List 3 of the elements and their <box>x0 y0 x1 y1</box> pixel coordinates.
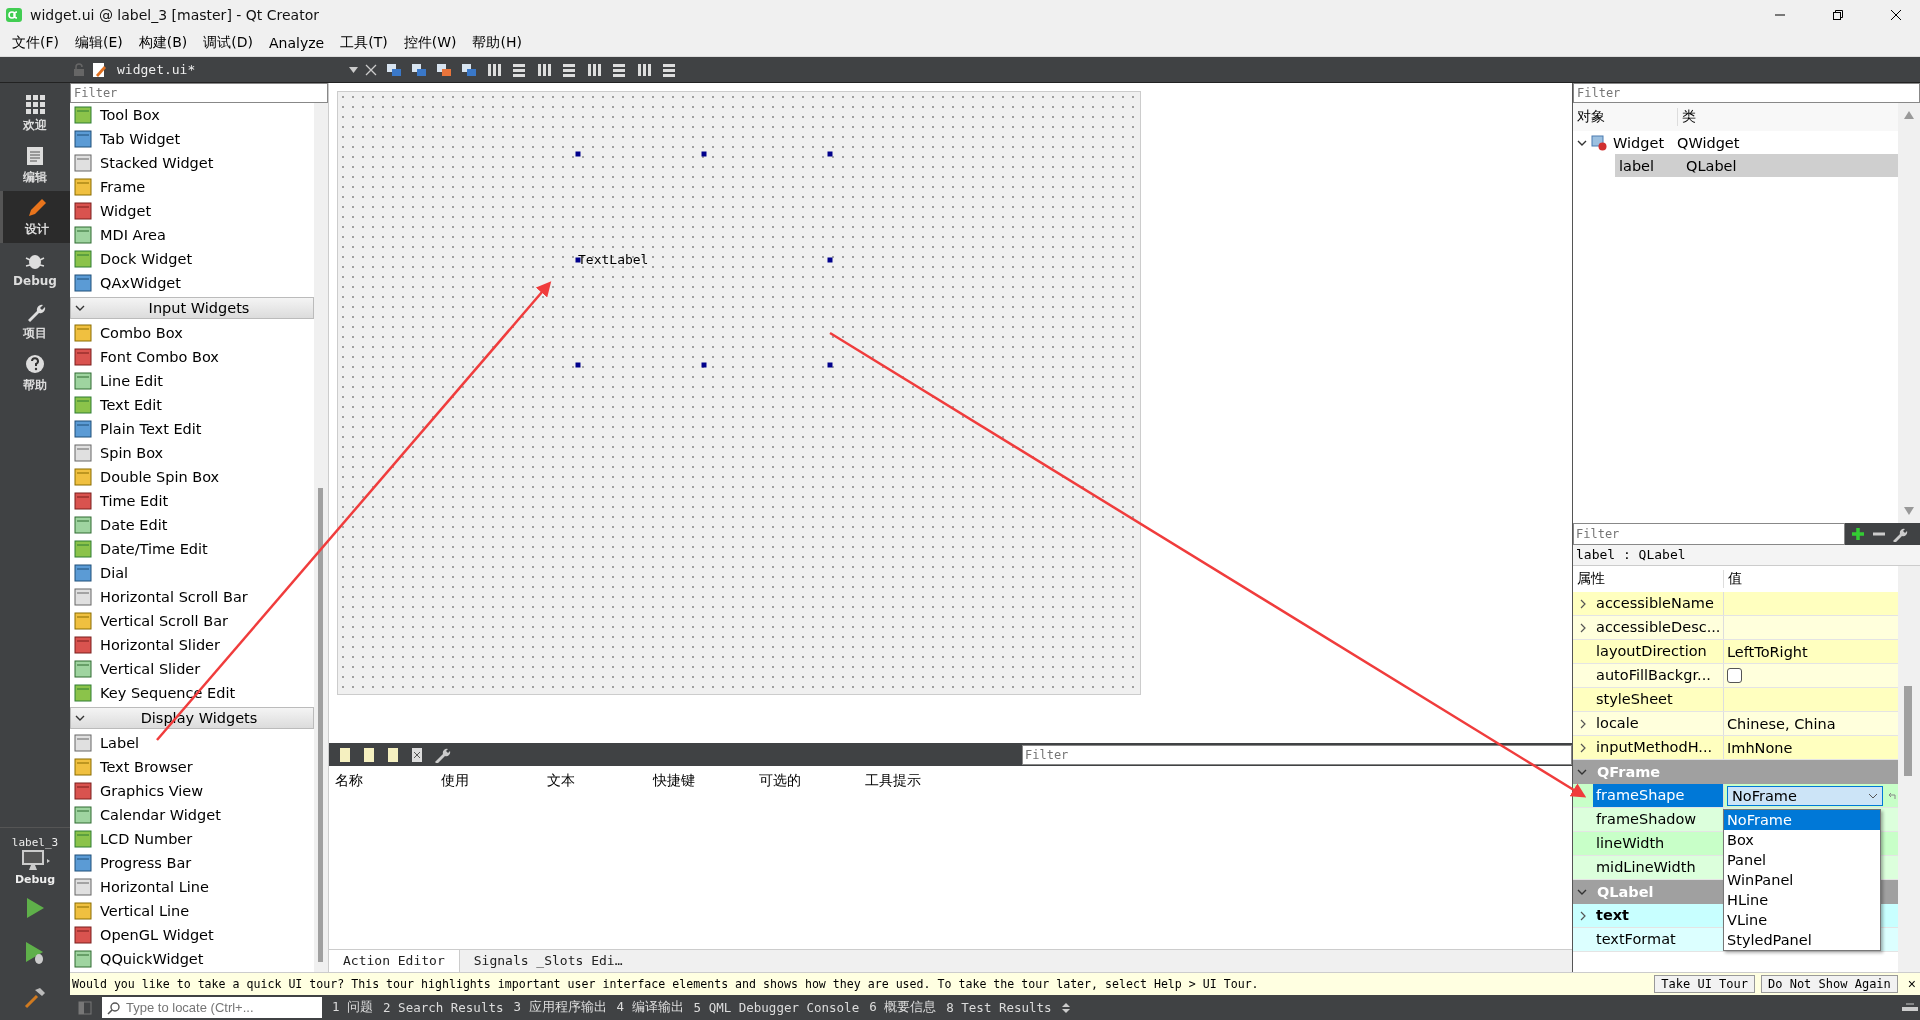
tour-message: Would you like to take a quick UI tour? This tour highlights important user interface elements and shows how they are used. To take the tour later, select Help > UI Tour. <box>72 977 1260 991</box>
object-class-label: label : QLabel <box>1573 545 1920 566</box>
window-title: widget.ui @ label_3 [master] - Qt Creator <box>30 6 319 23</box>
